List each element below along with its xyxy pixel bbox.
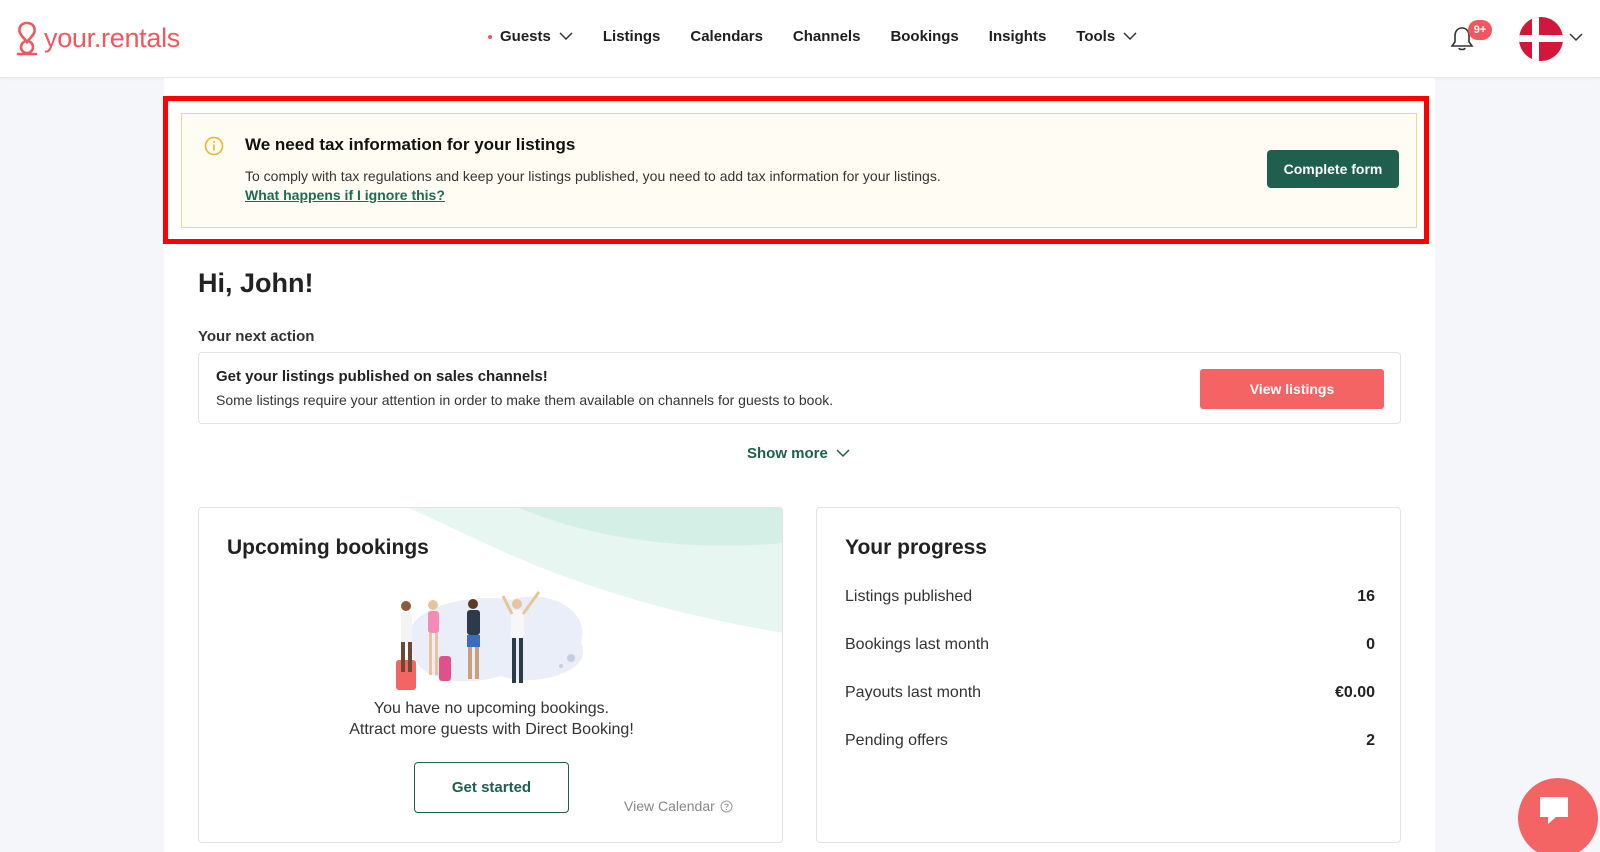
progress-label: Bookings last month (845, 636, 990, 653)
progress-row: Bookings last month 0 (845, 636, 1375, 654)
page-greeting: Hi, John! (198, 268, 314, 298)
logo[interactable]: your.rentals (14, 20, 180, 56)
tax-banner-title: We need tax information for your listing… (245, 135, 576, 154)
what-happens-link[interactable]: What happens if I ignore this? (245, 187, 445, 203)
chevron-down-icon[interactable] (1569, 33, 1583, 42)
logo-pin-icon (16, 21, 38, 56)
progress-value: 16 (1357, 588, 1375, 605)
show-more-button[interactable]: Show more (747, 445, 850, 462)
chevron-down-icon (836, 449, 850, 458)
progress-value: €0.00 (1334, 684, 1375, 701)
nav-channels[interactable]: Channels (793, 28, 861, 45)
nav-dot (488, 34, 492, 39)
nav-bookings[interactable]: Bookings (890, 28, 958, 45)
nav-listings[interactable]: Listings (603, 28, 661, 45)
your-progress-title: Your progress (845, 536, 987, 559)
tax-info-banner: We need tax information for your listing… (181, 113, 1417, 228)
travelers-illustration-icon (396, 591, 584, 690)
your-progress-card: Your progress Listings published 16 Book… (816, 507, 1401, 843)
nav-calendars[interactable]: Calendars (690, 28, 763, 45)
chat-bubble-icon (1540, 797, 1568, 824)
view-calendar-link[interactable]: View Calendar (624, 798, 733, 814)
progress-label: Listings published (845, 588, 973, 605)
nav-tools[interactable]: Tools (1076, 28, 1137, 45)
complete-form-button[interactable]: Complete form (1267, 150, 1399, 188)
next-action-label: Your next action (198, 328, 315, 345)
upcoming-bookings-title: Upcoming bookings (227, 536, 429, 559)
nav-listings-label: Listings (602, 28, 661, 45)
denmark-flag-icon[interactable] (1519, 17, 1563, 61)
progress-label: Payouts last month (845, 684, 982, 701)
direct-booking-text: Attract more guests with Direct Booking! (349, 721, 634, 738)
progress-row: Payouts last month €0.00 (845, 684, 1375, 702)
nav-channels-label: Channels (792, 28, 861, 45)
next-action-title: Get your listings published on sales cha… (216, 368, 548, 385)
nav-guests-label: Guests (500, 28, 551, 45)
logo-text: your.rentals (44, 22, 180, 53)
progress-label: Pending offers (845, 732, 948, 749)
chevron-down-icon (1123, 32, 1137, 41)
help-circle-icon (720, 800, 733, 812)
nav-calendars-label: Calendars (690, 28, 763, 45)
nav-tools-label: Tools (1076, 28, 1116, 45)
notification-badge: 9+ (1468, 20, 1492, 40)
progress-row: Listings published 16 (845, 588, 1375, 606)
progress-value: 2 (1366, 732, 1375, 749)
nav-insights[interactable]: Insights (989, 28, 1047, 45)
progress-value: 0 (1366, 636, 1375, 653)
upcoming-bookings-card: Upcoming bookings You have no upcoming b… (198, 507, 783, 843)
info-icon (204, 136, 224, 156)
no-bookings-text: You have no upcoming bookings. (373, 700, 610, 717)
top-header: your.rentals Guests Listings Calendars C… (0, 0, 1600, 78)
next-action-card: Get your listings published on sales cha… (198, 352, 1401, 424)
chevron-down-icon (559, 32, 573, 41)
main-nav: Guests Listings Calendars Channels Booki… (488, 28, 1167, 45)
show-more-label: Show more (747, 445, 828, 462)
view-listings-button[interactable]: View listings (1200, 369, 1384, 409)
nav-insights-label: Insights (988, 28, 1047, 45)
nav-bookings-label: Bookings (890, 28, 959, 45)
next-action-description: Some listings require your attention in … (216, 392, 834, 408)
get-started-button[interactable]: Get started (414, 762, 569, 813)
chat-widget-button[interactable] (1518, 778, 1598, 852)
progress-row: Pending offers 2 (845, 732, 1375, 750)
nav-guests[interactable]: Guests (488, 28, 573, 45)
tax-banner-description: To comply with tax regulations and keep … (245, 168, 941, 184)
view-calendar-label: View Calendar (624, 798, 715, 814)
